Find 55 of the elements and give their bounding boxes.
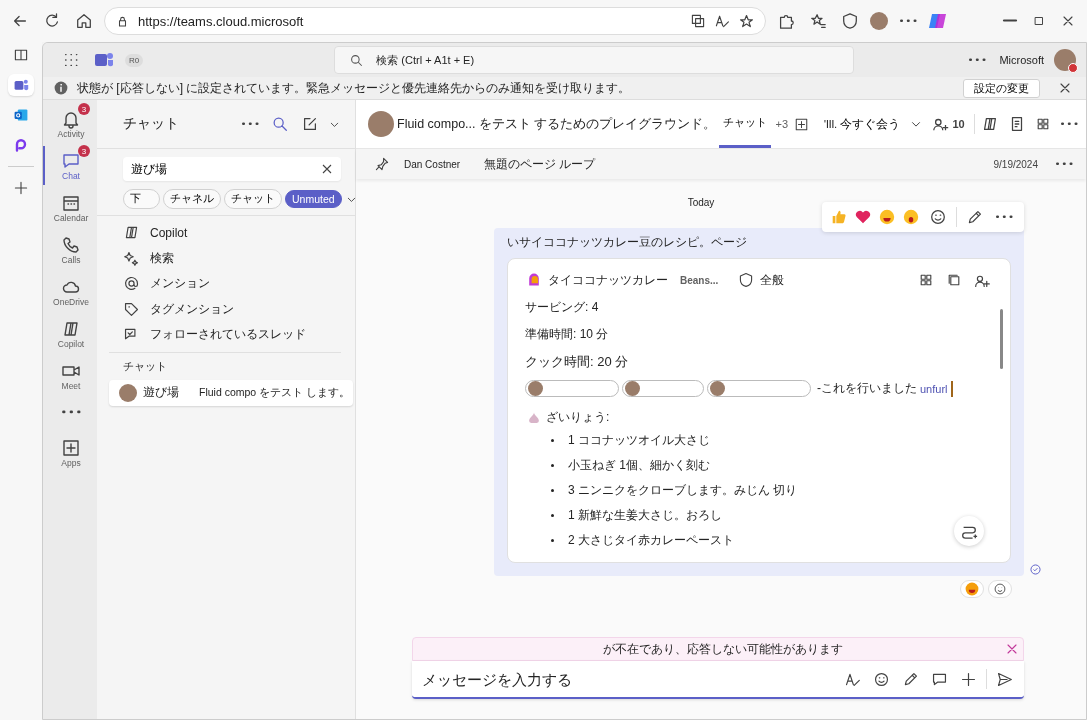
app-rail-item[interactable]: Apps <box>43 433 97 472</box>
app-rail-item[interactable]: OneDrive <box>43 272 97 311</box>
organization-name: Microsoft <box>999 54 1044 66</box>
meet-now-button[interactable]: 'III. 今すぐ会う <box>818 114 907 134</box>
chat-title: Fluid compo... をテスト するためのプレイグラウンド。 <box>397 115 717 133</box>
recipe-field: サービング: 4 <box>525 299 983 316</box>
app-rail-item[interactable]: 3 Activity <box>43 104 97 143</box>
ingredient-item: 3 ニンニクをクローブします。みじん 切り <box>568 482 798 499</box>
search-input[interactable]: 検索 (Ctrl + A1t + E) <box>374 53 840 67</box>
section-heading: チャット <box>109 351 341 380</box>
tenant-badge: R0 <box>125 53 144 67</box>
notification-badge: 3 <box>78 145 90 157</box>
mention-text: -これを行いました <box>817 380 917 397</box>
address-bar[interactable]: https://teams.cloud.microsoft <box>104 7 766 35</box>
notification-badge: 3 <box>78 103 90 115</box>
filter-field[interactable]: 遊び場 <box>123 157 341 181</box>
message-text: いサイココナッツカレー豆のレシピ。ページ <box>507 234 748 251</box>
app-rail-item[interactable]: Copilot <box>43 314 97 353</box>
status-notice: 状態が [応答しない] に設定されています。緊急メッセージと優先連絡先からのみ通知を受け取ります。 <box>77 79 631 97</box>
nav-item[interactable]: Copilot <box>150 225 188 240</box>
more-tabs-count[interactable]: +3 <box>775 118 788 130</box>
card-title: タイココナッツカレー <box>548 271 668 289</box>
filter-chip[interactable]: Unmuted <box>285 190 342 208</box>
ingredient-item: 小玉ねぎ 1個、細かく刻む <box>568 457 710 474</box>
message-input[interactable]: メッセージを入力する <box>412 661 1024 699</box>
away-warning: が不在であり、応答しない可能性があります <box>603 640 844 658</box>
nav-item[interactable]: 検索 <box>150 249 174 267</box>
participants-button[interactable]: 10 <box>926 114 971 134</box>
nav-item[interactable]: フォローされているスレッド <box>150 326 306 344</box>
pinned-date: 9/19/2024 <box>993 158 1038 170</box>
pinned-message[interactable]: 無題のページ ループ <box>484 155 596 173</box>
change-settings-button[interactable]: 設定の変更 <box>963 78 1040 98</box>
nav-item[interactable]: メンション <box>150 275 210 293</box>
unfurl-link[interactable]: unfurl <box>920 382 948 395</box>
filter-chip[interactable]: チャネル <box>163 189 221 209</box>
ingredient-item: 2 大さじタイ赤カレーペースト <box>568 532 734 549</box>
recipe-field: クック時間: 20 分 <box>525 353 983 371</box>
search-field[interactable]: 検索 (Ctrl + A1t + E) <box>334 46 855 74</box>
pane-title: チャット <box>123 115 179 133</box>
app-rail-item[interactable]: Calls <box>43 230 97 269</box>
ingredients-heading: ざいりょう: <box>546 409 610 426</box>
filter-input[interactable]: 遊び場 <box>129 161 319 177</box>
date-divider: Today <box>687 197 716 208</box>
app-rail-item[interactable]: Calendar <box>43 188 97 227</box>
chat-list-item[interactable]: 遊び場 Fluid compo をテスト します。 <box>109 379 353 406</box>
filter-chip[interactable]: チャット <box>224 189 282 209</box>
filter-chip[interactable]: 下 <box>123 189 160 209</box>
pinned-author: Dan Costner <box>404 158 461 170</box>
ingredient-item: 1 ココナッツオイル大さじ <box>568 432 710 449</box>
nav-item[interactable]: タグメンション <box>150 300 234 318</box>
app-rail-item[interactable]: Meet <box>43 356 97 395</box>
sensitivity-label: 全般 <box>760 271 785 289</box>
recipe-field: 準備時間: 10 分 <box>525 326 983 343</box>
card-subtitle: Beans... <box>680 274 719 286</box>
ingredient-item: 1 新鮮な生姜大さじ。おろし <box>568 507 722 524</box>
